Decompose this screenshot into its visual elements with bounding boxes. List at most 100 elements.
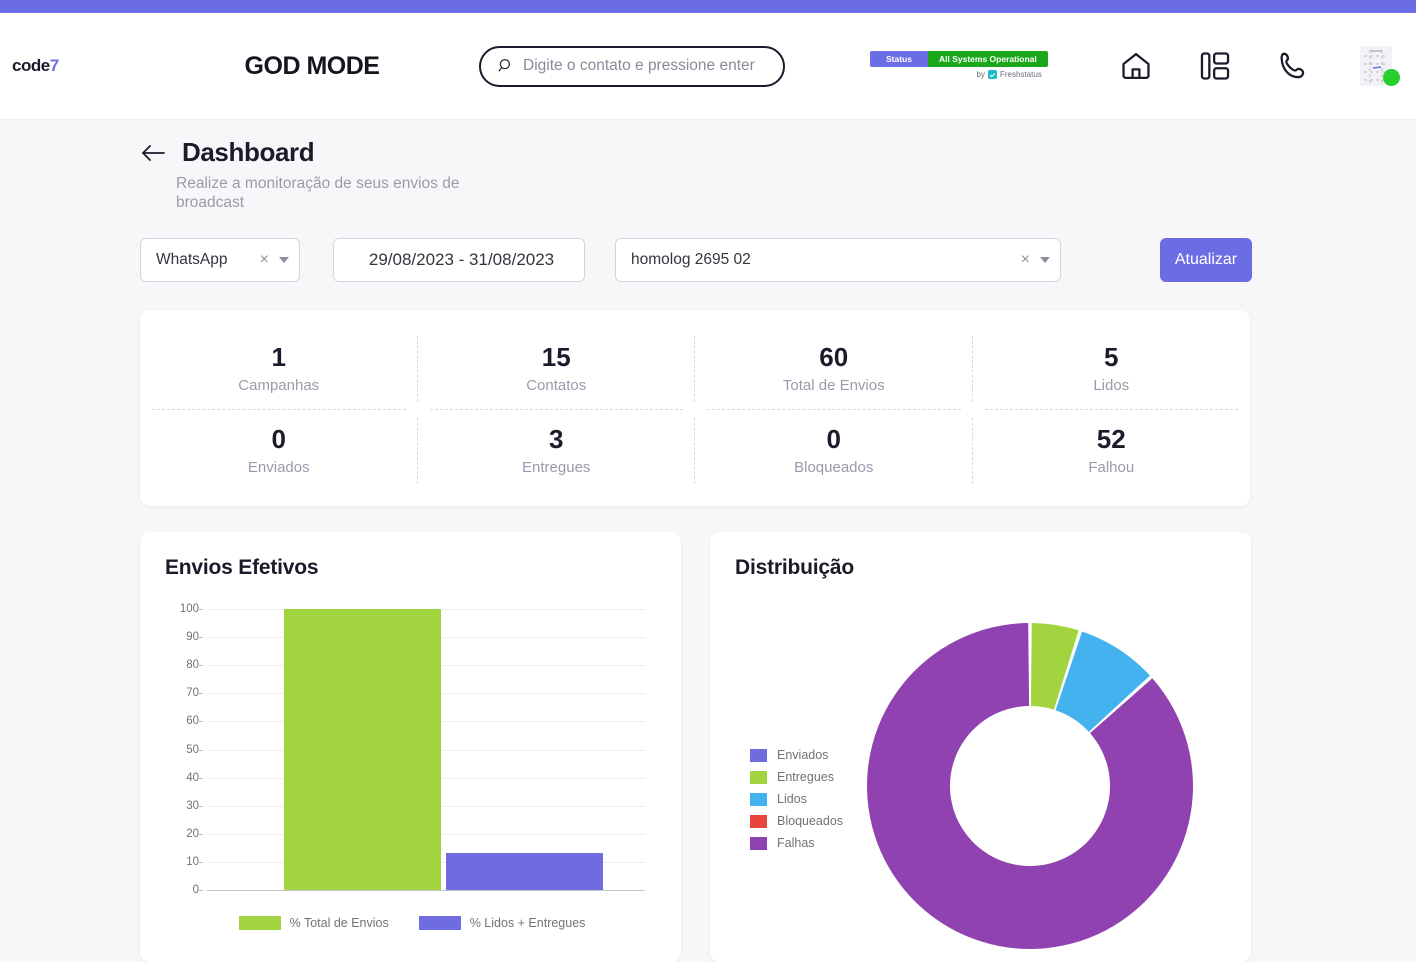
stat-falhou: 52 Falhou xyxy=(973,410,1251,492)
status-badge[interactable]: Status All Systems Operational xyxy=(870,50,1048,67)
y-axis-tick: 0 xyxy=(193,884,203,896)
channel-select-value: WhatsApp xyxy=(156,251,228,268)
bar-chart-y-axis: 0 10 20 30 40 50 60 70 80 90 100 xyxy=(165,600,203,896)
search-input[interactable]: Digite o contato e pressione enter xyxy=(523,57,755,75)
bar-0[interactable] xyxy=(283,609,442,890)
legend-label: Enviados xyxy=(777,748,829,762)
stats-summary-card: 1 Campanhas 15 Contatos 60 Total de Envi… xyxy=(140,310,1250,506)
stat-campanhas: 1 Campanhas xyxy=(140,328,418,410)
legend-item[interactable]: % Total de Envios xyxy=(238,916,389,930)
page-content: Dashboard Realize a monitoração de seus … xyxy=(0,120,1416,962)
y-axis-tick: 80 xyxy=(186,659,203,671)
stat-value: 52 xyxy=(1096,424,1126,454)
status-badge-message: All Systems Operational xyxy=(927,50,1048,67)
legend-swatch xyxy=(750,748,767,762)
tick-mark xyxy=(199,861,203,863)
y-axis-tick: 30 xyxy=(186,800,203,812)
legend-label: Entregues xyxy=(777,770,834,784)
freshstatus-icon xyxy=(987,69,997,79)
legend-item[interactable]: Lidos xyxy=(750,792,843,806)
campaign-select-value: homolog 2695 02 xyxy=(631,251,751,268)
date-range-input[interactable]: 29/08/2023 - 31/08/2023 xyxy=(333,238,585,282)
stat-label: Entregues xyxy=(522,459,591,476)
stat-label: Enviados xyxy=(247,459,310,476)
tick-mark xyxy=(199,721,203,723)
app-title: GOD MODE xyxy=(244,51,380,80)
stat-label: Falhou xyxy=(1088,459,1135,476)
search-box[interactable]: Digite o contato e pressione enter xyxy=(479,45,785,87)
bar-chart-plot: 0 10 20 30 40 50 60 70 80 90 100 xyxy=(165,600,659,900)
tick-mark xyxy=(199,609,203,610)
stats-grid: 1 Campanhas 15 Contatos 60 Total de Envi… xyxy=(140,328,1250,492)
bar-chart-card: Envios Efetivos 0 10 20 30 40 50 60 70 80 90 100 %… xyxy=(140,532,681,962)
tick-mark xyxy=(199,693,203,695)
page-title: Dashboard xyxy=(182,137,315,167)
legend-item[interactable]: % Lidos + Entregues xyxy=(418,916,586,930)
y-axis-tick: 60 xyxy=(186,715,203,727)
y-axis-tick: 100 xyxy=(180,603,203,615)
tick-mark xyxy=(199,637,203,639)
tick-mark xyxy=(199,833,203,835)
stat-value: 0 xyxy=(826,424,841,454)
stat-bloqueados: 0 Bloqueados xyxy=(695,410,973,492)
campaign-select[interactable]: homolog 2695 02 × xyxy=(615,238,1061,282)
legend-swatch xyxy=(238,916,281,930)
donut-chart-legend: Enviados Entregues Lidos Bloqueados Falhas xyxy=(750,748,843,858)
avatar[interactable] xyxy=(1356,44,1400,88)
system-status-widget[interactable]: Status All Systems Operational by Freshs… xyxy=(870,50,1048,82)
brand-logo[interactable]: code7 xyxy=(12,56,187,76)
stat-value: 5 xyxy=(1104,342,1119,372)
legend-label: Bloqueados xyxy=(777,814,844,828)
stat-value: 3 xyxy=(549,424,564,454)
stat-lidos: 5 Lidos xyxy=(973,328,1251,410)
legend-swatch xyxy=(750,770,767,784)
stat-label: Bloqueados xyxy=(794,459,874,476)
header-icon-group xyxy=(1119,44,1400,88)
campaign-clear-icon[interactable]: × xyxy=(1021,252,1030,268)
legend-item[interactable]: Falhas xyxy=(750,836,843,850)
online-status-dot xyxy=(1383,69,1400,86)
filter-bar: WhatsApp × 29/08/2023 - 31/08/2023 homol… xyxy=(140,238,1416,282)
legend-item[interactable]: Bloqueados xyxy=(750,814,843,828)
channel-clear-icon[interactable]: × xyxy=(260,252,269,268)
status-by-brand: Freshstatus xyxy=(999,69,1042,79)
tick-mark xyxy=(199,665,203,667)
update-button[interactable]: Atualizar xyxy=(1160,238,1252,282)
y-axis-tick: 50 xyxy=(186,744,203,756)
channel-select[interactable]: WhatsApp × xyxy=(140,238,300,282)
stat-label: Total de Envios xyxy=(782,377,885,394)
stat-value: 15 xyxy=(541,342,571,372)
chevron-down-icon[interactable] xyxy=(1040,257,1050,263)
stat-total-de-envios: 60 Total de Envios xyxy=(695,328,973,410)
tick-mark xyxy=(199,749,203,751)
y-axis-tick: 40 xyxy=(186,772,203,784)
chevron-down-icon[interactable] xyxy=(279,257,289,263)
tick-mark xyxy=(199,890,203,891)
brand-logo-text: code xyxy=(12,56,50,75)
legend-label: Lidos xyxy=(777,792,807,806)
top-accent-bar xyxy=(0,0,1416,13)
status-attribution: by Freshstatus xyxy=(970,66,1048,82)
tick-mark xyxy=(199,777,203,779)
layout-dashboard-icon[interactable] xyxy=(1198,49,1232,83)
home-icon[interactable] xyxy=(1119,49,1153,83)
donut-chart-svg xyxy=(867,623,1193,949)
donut-chart-card: Distribuição Enviados Entregues Lidos Bloqu… xyxy=(710,532,1251,962)
bar-chart-title: Envios Efetivos xyxy=(165,556,319,579)
tick-mark xyxy=(199,805,203,807)
legend-swatch xyxy=(418,916,461,930)
back-arrow-icon[interactable] xyxy=(140,143,166,163)
phone-icon[interactable] xyxy=(1277,49,1311,83)
bar-chart-legend: % Total de Envios % Lidos + Entregues xyxy=(165,916,659,930)
page-subtitle: Realize a monitoração de seus envios de … xyxy=(176,175,460,211)
stat-contatos: 15 Contatos xyxy=(418,328,696,410)
status-badge-label: Status xyxy=(870,50,928,67)
legend-item[interactable]: Entregues xyxy=(750,770,843,784)
legend-label: % Lidos + Entregues xyxy=(469,916,586,930)
bar-1[interactable] xyxy=(445,852,604,890)
status-by-prefix: by xyxy=(976,69,985,79)
donut-chart-title: Distribuição xyxy=(735,556,854,579)
legend-swatch xyxy=(750,836,767,850)
stat-value: 0 xyxy=(271,424,286,454)
legend-item[interactable]: Enviados xyxy=(750,748,843,762)
